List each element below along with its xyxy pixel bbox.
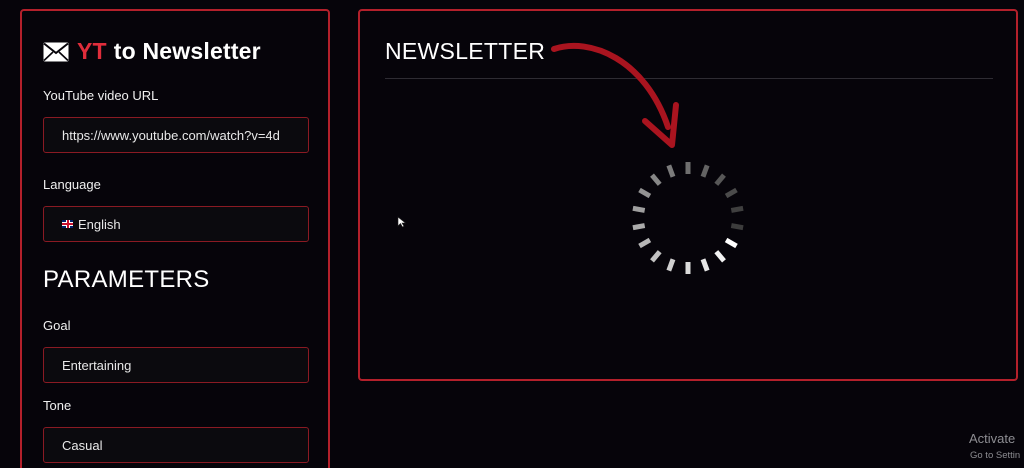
brand-accent: YT bbox=[77, 38, 107, 64]
spinner-tick bbox=[700, 258, 710, 272]
parameters-heading: PARAMETERS bbox=[43, 266, 210, 293]
app-page: YT to Newsletter YouTube video URL Langu… bbox=[0, 0, 1024, 468]
spinner-tick bbox=[650, 173, 662, 186]
spinner-tick bbox=[724, 237, 738, 249]
goal-value: Entertaining bbox=[62, 357, 132, 373]
mouse-cursor-icon bbox=[397, 216, 407, 228]
envelope-icon bbox=[43, 42, 69, 61]
brand-title: to Newsletter bbox=[113, 38, 261, 64]
newsletter-panel: NEWSLETTER bbox=[358, 9, 1018, 381]
spinner-tick bbox=[730, 223, 744, 231]
newsletter-title: NEWSLETTER bbox=[385, 38, 546, 64]
tone-select[interactable]: Casual bbox=[43, 427, 309, 463]
activation-watermark: Activate bbox=[969, 431, 1016, 446]
activation-watermark-sub: Go to Settin bbox=[970, 450, 1021, 461]
url-label: YouTube video URL bbox=[43, 88, 159, 103]
spinner-tick bbox=[724, 187, 738, 199]
language-label: Language bbox=[43, 177, 101, 192]
goal-label: Goal bbox=[43, 318, 71, 333]
spinner-tick bbox=[632, 223, 646, 231]
spinner-tick bbox=[730, 205, 744, 213]
tone-value: Casual bbox=[62, 437, 103, 453]
tone-label: Tone bbox=[43, 398, 72, 413]
spinner-tick bbox=[632, 205, 646, 213]
language-select[interactable]: English bbox=[43, 206, 309, 242]
spinner-tick bbox=[714, 250, 726, 263]
spinner-tick bbox=[666, 164, 676, 178]
uk-flag-icon bbox=[62, 220, 73, 228]
url-field[interactable] bbox=[43, 117, 309, 153]
spinner-tick bbox=[650, 250, 662, 263]
app-brand: YT to Newsletter bbox=[43, 38, 261, 65]
language-value: English bbox=[78, 216, 121, 232]
spinner-tick bbox=[638, 187, 652, 199]
spinner-tick bbox=[666, 258, 676, 272]
spinner-icon bbox=[632, 162, 744, 274]
spinner-tick bbox=[714, 173, 726, 186]
spinner-tick bbox=[700, 164, 710, 178]
goal-select[interactable]: Entertaining bbox=[43, 347, 309, 383]
settings-panel: YT to Newsletter YouTube video URL Langu… bbox=[20, 9, 330, 468]
url-input[interactable] bbox=[62, 127, 302, 143]
curved-arrow-icon bbox=[551, 42, 679, 148]
spinner-tick bbox=[638, 237, 652, 249]
